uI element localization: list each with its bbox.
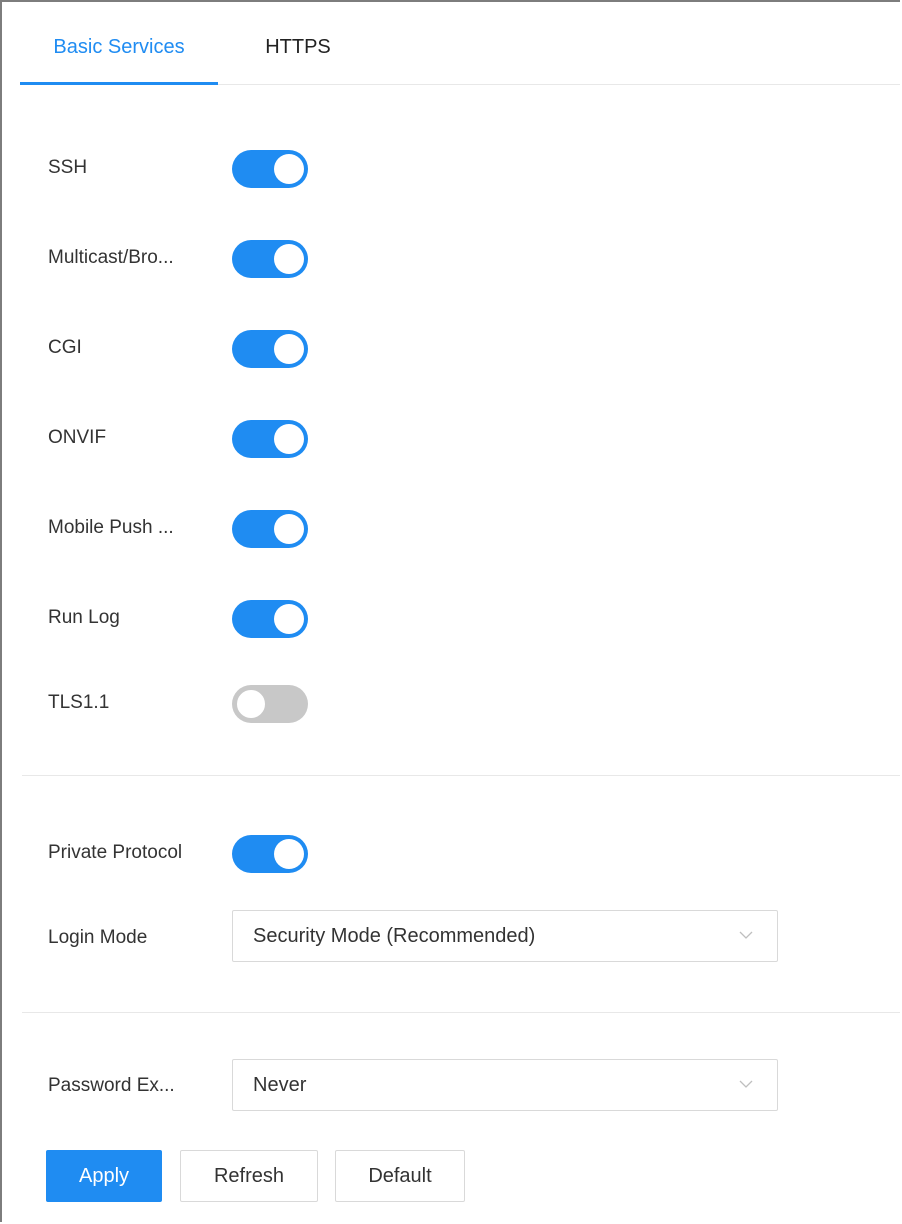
toggle-knob xyxy=(274,839,304,869)
refresh-button[interactable]: Refresh xyxy=(180,1150,318,1202)
default-button[interactable]: Default xyxy=(335,1150,465,1202)
section-divider xyxy=(22,1012,900,1013)
chevron-down-icon xyxy=(739,1080,753,1088)
login-mode-select[interactable]: Security Mode (Recommended) xyxy=(232,910,778,962)
login-mode-value: Security Mode (Recommended) xyxy=(253,925,536,947)
password-expiry-value: Never xyxy=(253,1074,307,1096)
onvif-toggle[interactable] xyxy=(232,420,308,458)
service-label: Mobile Push ... xyxy=(48,517,174,538)
service-label: Run Log xyxy=(48,607,120,628)
service-label: TLS1.1 xyxy=(48,692,110,713)
tls11-toggle[interactable] xyxy=(232,685,308,723)
private-protocol-toggle[interactable] xyxy=(232,835,308,873)
run-log-toggle[interactable] xyxy=(232,600,308,638)
chevron-down-icon xyxy=(739,931,753,939)
service-label: CGI xyxy=(48,337,82,358)
toggle-knob xyxy=(236,689,266,719)
settings-panel: Basic Services HTTPS SSH Multicast/Bro..… xyxy=(0,0,900,1222)
section-divider xyxy=(22,775,900,776)
password-expiry-label: Password Ex... xyxy=(48,1075,175,1096)
password-expiry-select[interactable]: Never xyxy=(232,1059,778,1111)
service-label: ONVIF xyxy=(48,427,107,448)
toggle-knob xyxy=(274,604,304,634)
tab-https[interactable]: HTTPS xyxy=(218,4,378,84)
private-protocol-label: Private Protocol xyxy=(48,842,183,863)
toggle-knob xyxy=(274,424,304,454)
login-mode-label: Login Mode xyxy=(48,927,148,948)
toggle-knob xyxy=(274,154,304,184)
ssh-toggle[interactable] xyxy=(232,150,308,188)
toggle-knob xyxy=(274,334,304,364)
toggle-knob xyxy=(274,514,304,544)
toggle-knob xyxy=(274,244,304,274)
apply-button[interactable]: Apply xyxy=(46,1150,162,1202)
multicast-toggle[interactable] xyxy=(232,240,308,278)
mobile-push-toggle[interactable] xyxy=(232,510,308,548)
service-label: SSH xyxy=(48,157,88,178)
cgi-toggle[interactable] xyxy=(232,330,308,368)
tab-bar: Basic Services HTTPS xyxy=(20,4,900,85)
service-label: Multicast/Bro... xyxy=(48,247,174,268)
tab-basic-services[interactable]: Basic Services xyxy=(20,4,218,85)
